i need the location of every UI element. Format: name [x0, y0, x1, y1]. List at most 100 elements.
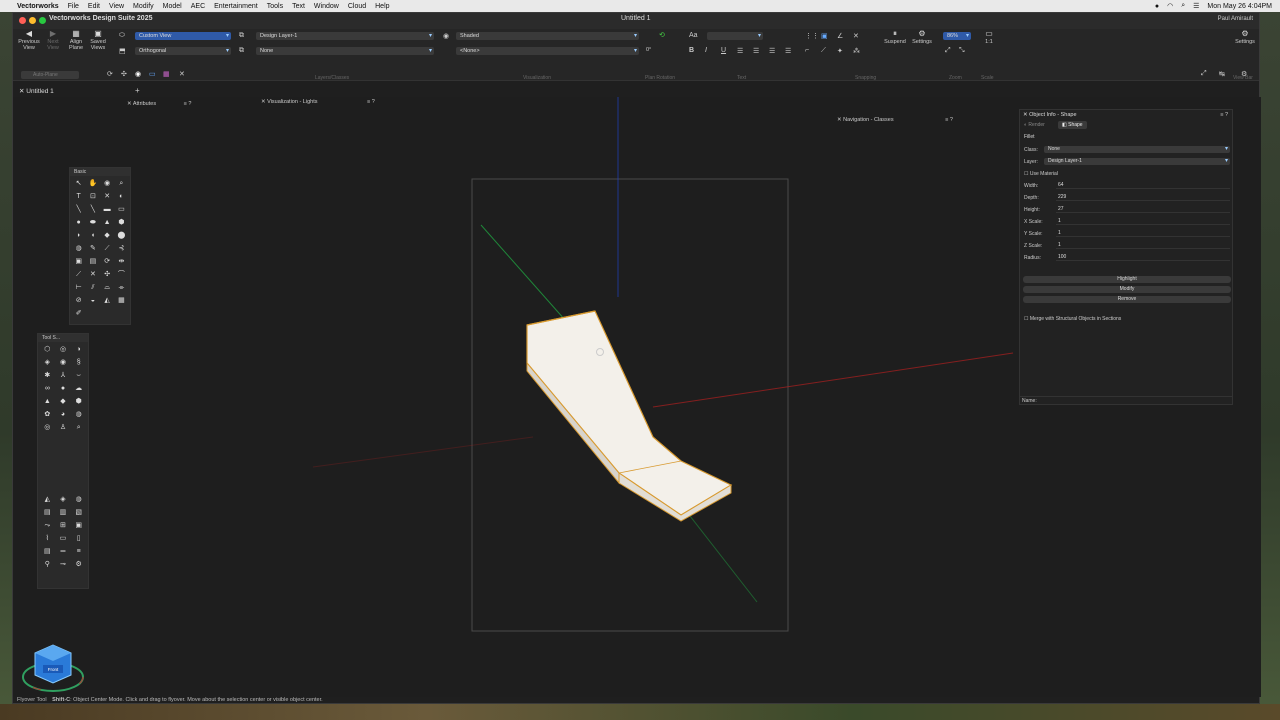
- underline-icon[interactable]: U: [721, 47, 726, 54]
- toolset-lumber-icon[interactable]: ▤: [40, 546, 55, 558]
- record-icon[interactable]: ●: [1155, 3, 1159, 10]
- projection-select[interactable]: Orthogonal ▾: [135, 47, 231, 55]
- toolset-sphere-icon[interactable]: ▲: [40, 396, 55, 408]
- arc-tool-icon[interactable]: ◗: [72, 230, 85, 242]
- rounded-rect-tool-icon[interactable]: ▭: [115, 204, 128, 216]
- minimize-window-icon[interactable]: [29, 17, 36, 24]
- triangle-tool-icon[interactable]: ▲: [101, 217, 114, 229]
- remove-button[interactable]: Remove: [1023, 296, 1231, 303]
- stamp-tool-icon[interactable]: ▤: [86, 256, 99, 268]
- callout-tool-icon[interactable]: ⊡: [86, 191, 99, 203]
- toolset-cloud-icon[interactable]: ☁: [71, 383, 86, 395]
- highlight-button[interactable]: Highlight: [1023, 276, 1231, 283]
- toolset-color-icon[interactable]: ◎: [40, 422, 55, 434]
- previous-view-button[interactable]: ◀ Previous View: [17, 30, 41, 52]
- menubar-clock[interactable]: Mon May 26 4:04PM: [1207, 3, 1272, 10]
- oip-menu-icon[interactable]: ≡ ?: [1220, 112, 1228, 118]
- brush-tool-icon[interactable]: ⟋: [72, 269, 85, 281]
- walkthrough-tool-icon[interactable]: ◐: [115, 191, 128, 203]
- italic-icon[interactable]: I: [705, 47, 707, 54]
- toolset-search-icon[interactable]: ⌕: [71, 422, 86, 434]
- toolset-cable-icon[interactable]: ⌇: [40, 533, 55, 545]
- render-select[interactable]: Shaded ▾: [456, 32, 639, 40]
- menu-modify[interactable]: Modify: [133, 3, 154, 10]
- oip-yscale-field[interactable]: 1: [1056, 230, 1230, 237]
- bold-icon[interactable]: B: [689, 47, 694, 54]
- grid-tool-icon[interactable]: ▦: [115, 295, 128, 307]
- layer-icon[interactable]: ⧉: [239, 32, 244, 40]
- toolset-globe-icon[interactable]: ◍: [71, 494, 86, 506]
- oip-width-field[interactable]: 64: [1056, 182, 1230, 189]
- basic-palette-title[interactable]: Basic: [70, 168, 130, 176]
- toolset-detailing-icon[interactable]: ⅄: [56, 370, 71, 382]
- freehand-tool-icon[interactable]: ◖: [86, 230, 99, 242]
- menu-view[interactable]: View: [109, 3, 124, 10]
- menu-app[interactable]: Vectorworks: [17, 3, 59, 10]
- mirror-tool-icon[interactable]: ⇹: [115, 256, 128, 268]
- shape-tool-icon[interactable]: ⬤: [115, 230, 128, 242]
- plan-rotation-value[interactable]: 0°: [646, 47, 651, 53]
- toolset-pipe-icon[interactable]: ═: [56, 546, 71, 558]
- toolset-truss-icon[interactable]: ▧: [71, 507, 86, 519]
- menu-entertainment[interactable]: Entertainment: [214, 3, 258, 10]
- menu-help[interactable]: Help: [375, 3, 389, 10]
- oip-layer-select[interactable]: Design Layer-1 ▾: [1044, 158, 1230, 165]
- no-tool-icon[interactable]: ⊘: [72, 295, 85, 307]
- mode-tool-icon-2[interactable]: ↹: [1219, 70, 1225, 78]
- clip-tool-icon[interactable]: ⌯: [115, 282, 128, 294]
- toolset-water-icon[interactable]: ◈: [56, 494, 71, 506]
- panel-menu-icon[interactable]: ≡ ?: [367, 99, 375, 105]
- zoom-window-icon[interactable]: [39, 17, 46, 24]
- menu-edit[interactable]: Edit: [88, 3, 100, 10]
- rectangle-tool-icon[interactable]: ▬: [101, 204, 114, 216]
- offset-tool-icon[interactable]: ⫽: [86, 282, 99, 294]
- pan-tool-icon[interactable]: ✋: [86, 178, 99, 190]
- align-plane-button[interactable]: ▦ Align Plane: [65, 30, 87, 52]
- oip-tab-shape[interactable]: ◧ Shape: [1058, 121, 1087, 129]
- reshape-tool-icon[interactable]: ⊰: [115, 243, 128, 255]
- toolset-vehicle-icon[interactable]: ⊸: [56, 559, 71, 571]
- move-tool-icon[interactable]: ✣: [101, 269, 114, 281]
- next-view-button[interactable]: ▶ Next View: [43, 30, 63, 52]
- close-window-icon[interactable]: [19, 17, 26, 24]
- toolset-site-icon[interactable]: §: [71, 357, 86, 369]
- line-tool-icon[interactable]: ╲: [72, 204, 85, 216]
- toolset-rigging-icon[interactable]: ⤳: [40, 520, 55, 532]
- menu-cloud[interactable]: Cloud: [348, 3, 366, 10]
- text-tool-icon[interactable]: T: [72, 191, 85, 203]
- flyover-tool-icon[interactable]: ◉: [101, 178, 114, 190]
- mapping-tool-icon[interactable]: ◭: [101, 295, 114, 307]
- view-bar-settings-button[interactable]: ⚙ Settings: [1233, 30, 1257, 46]
- attributes-panel-header[interactable]: ✕ Attributes ≡ ?: [127, 101, 191, 107]
- fillet-tool-icon[interactable]: ⌒: [115, 269, 128, 281]
- fit-to-page-icon[interactable]: ⤡: [959, 47, 965, 55]
- font-icon[interactable]: Aa: [689, 32, 698, 39]
- join-tool-icon[interactable]: ⊢: [72, 282, 85, 294]
- toolset-video-icon[interactable]: ▭: [56, 533, 71, 545]
- vis-lights-panel-header[interactable]: ✕ Visualization - Lights ≡ ?: [261, 99, 375, 105]
- toolset-furniture-icon[interactable]: ◑: [71, 344, 86, 356]
- toolset-gear-icon[interactable]: ⚙: [71, 559, 86, 571]
- oip-merge-option[interactable]: ☐ Merge with Structural Objects in Secti…: [1024, 316, 1121, 322]
- oip-tab-render[interactable]: ◐ Render: [1024, 122, 1045, 128]
- flyover-mode-icon[interactable]: ⟳: [107, 70, 113, 78]
- toolset-lighting-icon[interactable]: ✱: [40, 370, 55, 382]
- toolset-spotlight-icon[interactable]: ⌣: [71, 370, 86, 382]
- oip-depth-field[interactable]: 229: [1056, 194, 1230, 201]
- selection-tool-icon[interactable]: ↖: [72, 178, 85, 190]
- toolset-solids-icon[interactable]: ⬢: [71, 396, 86, 408]
- split-tool-icon[interactable]: ⌓: [101, 282, 114, 294]
- toolset-stage-icon[interactable]: ▥: [56, 507, 71, 519]
- wifi-icon[interactable]: ◠: [1167, 2, 1173, 10]
- panel-menu-icon[interactable]: ≡ ?: [184, 101, 192, 107]
- toolset-visualization-icon[interactable]: ◎: [56, 344, 71, 356]
- class-select[interactable]: None ▾: [256, 47, 434, 55]
- toolset-bike-icon[interactable]: ⚲: [40, 559, 55, 571]
- toolset-table-icon[interactable]: ▤: [40, 507, 55, 519]
- control-center-icon[interactable]: ☰: [1193, 2, 1199, 10]
- snap-angle-icon[interactable]: ∠: [837, 32, 843, 40]
- modify-button[interactable]: Modify: [1023, 286, 1231, 293]
- scale-button[interactable]: ▭ 1:1: [979, 30, 999, 46]
- oip-xscale-field[interactable]: 1: [1056, 218, 1230, 225]
- search-icon[interactable]: ⌕: [1181, 2, 1185, 10]
